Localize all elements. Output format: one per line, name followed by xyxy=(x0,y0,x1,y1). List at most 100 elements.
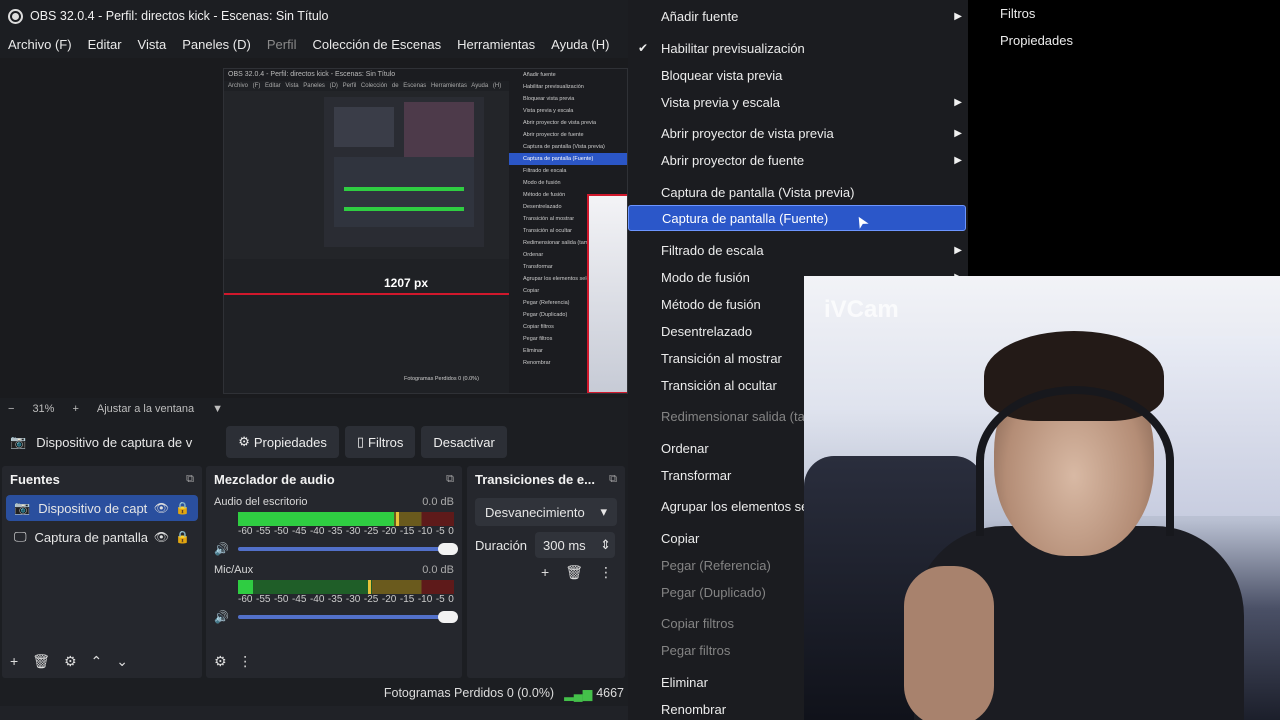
duration-spinbox[interactable]: 300 ms ⇕ xyxy=(535,532,616,558)
kebab-menu-icon[interactable]: ⋮ xyxy=(238,653,252,669)
obs-logo-icon xyxy=(8,8,23,24)
scale-tick: -30 xyxy=(345,594,361,605)
trash-icon[interactable]: 🗑 xyxy=(565,564,583,581)
mixer-title: Mezclador de audio xyxy=(214,471,335,487)
scale-tick: -20 xyxy=(381,594,397,605)
scale-tick: -15 xyxy=(399,526,415,537)
lock-icon[interactable]: 🔒 xyxy=(175,501,190,515)
scale-tick: -30 xyxy=(345,526,361,537)
volume-slider[interactable] xyxy=(238,611,458,623)
filters-button[interactable]: ▯ Filtros xyxy=(344,426,416,458)
menu-editar[interactable]: Editar xyxy=(88,37,122,52)
source-item[interactable]: 🖵 Captura de pantalla 👁 🔒 xyxy=(6,524,198,550)
context-menu-item[interactable]: Vista previa y escala ▶ xyxy=(628,89,968,115)
deactivate-button[interactable]: Desactivar xyxy=(421,426,507,458)
menu-perfil[interactable]: Perfil xyxy=(267,37,297,52)
scale-tick: -50 xyxy=(273,526,289,537)
nested-docks xyxy=(224,259,509,393)
popout-icon[interactable]: ⧉ xyxy=(446,473,454,486)
eye-icon[interactable]: 👁 xyxy=(154,501,169,515)
submenu-arrow-icon: ▶ xyxy=(954,96,962,108)
volume-slider-handle[interactable] xyxy=(438,611,458,623)
chevron-up-icon[interactable]: ⌃ xyxy=(91,653,103,670)
context-menu-item[interactable]: Abrir proyector de vista previa ▶ xyxy=(628,120,968,146)
scale-tick: -10 xyxy=(417,594,433,605)
context-menu-item[interactable]: Captura de pantalla (Vista previa) xyxy=(628,179,968,205)
scale-tick: -60 xyxy=(238,594,253,605)
transitions-title: Transiciones de e... xyxy=(475,471,595,487)
nested-obs-capture: OBS 32.0.4 - Perfil: directos kick - Esc… xyxy=(223,68,628,394)
meter-peak xyxy=(395,512,399,526)
zoom-dropdown-icon[interactable]: ▼ xyxy=(212,403,223,415)
speaker-icon[interactable]: 🔊 xyxy=(214,610,238,624)
transition-select[interactable]: Desvanecimiento ▾ xyxy=(475,498,617,526)
preview-canvas[interactable]: OBS 32.0.4 - Perfil: directos kick - Esc… xyxy=(0,58,628,398)
fit-window-button[interactable]: Ajustar a la ventana xyxy=(97,403,194,415)
webcam-watermark: iVCam xyxy=(824,296,899,323)
gear-icon[interactable]: ⚙ xyxy=(64,653,77,670)
menu-coleccion-escenas[interactable]: Colección de Escenas xyxy=(312,37,441,52)
add-icon[interactable]: + xyxy=(10,653,18,670)
context-menu-item[interactable]: Abrir proyector de fuente ▶ xyxy=(628,147,968,173)
menu-herramientas[interactable]: Herramientas xyxy=(457,37,535,52)
nested-context-item: Bloquear vista previa xyxy=(523,96,575,102)
volume-slider-handle[interactable] xyxy=(438,543,458,555)
context-menu-item[interactable]: Bloquear vista previa xyxy=(628,62,968,88)
checkmark-icon: ✔ xyxy=(638,41,649,55)
status-bar: Fotogramas Perdidos 0 (0.0%) ▂▄▆ 4667 xyxy=(0,680,628,706)
popout-icon[interactable]: ⧉ xyxy=(186,473,194,486)
zoom-out-button[interactable]: − xyxy=(8,403,14,415)
trash-icon[interactable]: 🗑 xyxy=(32,653,50,670)
selected-source-name: Dispositivo de captura de v xyxy=(36,434,193,450)
submenu-arrow-icon: ▶ xyxy=(954,127,962,139)
context-menu-item[interactable]: Añadir fuente ▶ xyxy=(628,3,968,29)
meter-scale: -60 -55 -50 -45 -40 -35 -30 -25 -20 -15 -10 -5 0 xyxy=(238,594,454,608)
kebab-menu-icon[interactable]: ⋮ xyxy=(599,564,613,581)
context-menu-item[interactable]: Filtrado de escala ▶ xyxy=(628,237,968,263)
channel-db: 0.0 dB xyxy=(422,496,454,508)
webcam-overlay: iVCam xyxy=(804,276,1280,720)
context-menu-label: Redimensionar salida (tar xyxy=(661,408,810,424)
scale-tick: -55 xyxy=(255,594,271,605)
submenu-item-filtros[interactable]: Filtros xyxy=(968,0,1280,27)
source-item[interactable]: 📷 Dispositivo de captura 👁 🔒 xyxy=(6,495,198,521)
context-menu-item[interactable]: ✔ Habilitar previsualización xyxy=(628,35,968,61)
zoom-percent: 31% xyxy=(32,403,55,415)
obs-window: OBS 32.0.4 - Perfil: directos kick - Esc… xyxy=(0,0,628,720)
nested-pixels-label: 1207 px xyxy=(384,276,429,290)
duration-label: Duración xyxy=(475,537,528,553)
mixer-channel: Mic/Aux 0.0 dB -60 -55 -50 -45 -40 -35 -30 -25 -2… xyxy=(206,560,462,628)
scale-tick: -60 xyxy=(238,526,253,537)
context-menu-label: Pegar (Referencia) xyxy=(661,557,771,573)
channel-name: Audio del escritorio xyxy=(214,496,308,508)
properties-button[interactable]: ⚙ Propiedades xyxy=(226,426,339,458)
add-icon[interactable]: + xyxy=(541,564,549,581)
eye-icon[interactable]: 👁 xyxy=(154,530,169,544)
popout-icon[interactable]: ⧉ xyxy=(609,473,617,486)
stepper-icon[interactable]: ⇕ xyxy=(600,537,611,553)
transition-selected: Desvanecimiento xyxy=(485,504,585,520)
audio-mixer-dock: Mezclador de audio ⧉ Audio del escritorio… xyxy=(206,466,462,678)
nested-context-item: Abrir proyector de fuente xyxy=(523,132,584,138)
zoom-in-button[interactable]: + xyxy=(72,403,78,415)
chevron-down-icon[interactable]: ⌄ xyxy=(116,653,128,670)
properties-label: Propiedades xyxy=(253,434,327,450)
volume-slider[interactable] xyxy=(238,543,458,555)
context-menu-item[interactable]: Captura de pantalla (Fuente) ➤ xyxy=(628,205,966,232)
menu-archivo[interactable]: Archivo (F) xyxy=(8,37,72,52)
context-menu-label: Ordenar xyxy=(661,440,709,456)
submenu-item-propiedades[interactable]: Propiedades xyxy=(968,27,1280,54)
duration-value: 300 ms xyxy=(543,537,586,553)
menu-ayuda[interactable]: Ayuda (H) xyxy=(551,37,609,52)
nested-context-item: Captura de pantalla (Fuente) xyxy=(509,153,627,165)
submenu-arrow-icon: ▶ xyxy=(954,244,962,256)
context-menu-label: Desentrelazado xyxy=(661,323,753,339)
mixer-gear-icon[interactable]: ⚙ xyxy=(214,653,227,669)
lock-icon[interactable]: 🔒 xyxy=(175,530,190,544)
nested-context-item: Vista previa y escala xyxy=(523,108,574,114)
monitor-icon: 🖵 xyxy=(14,529,27,544)
menu-vista[interactable]: Vista xyxy=(138,37,167,52)
context-menu-label: Filtrado de escala xyxy=(661,242,764,258)
speaker-icon[interactable]: 🔊 xyxy=(214,542,238,556)
menu-paneles[interactable]: Paneles (D) xyxy=(182,37,251,52)
